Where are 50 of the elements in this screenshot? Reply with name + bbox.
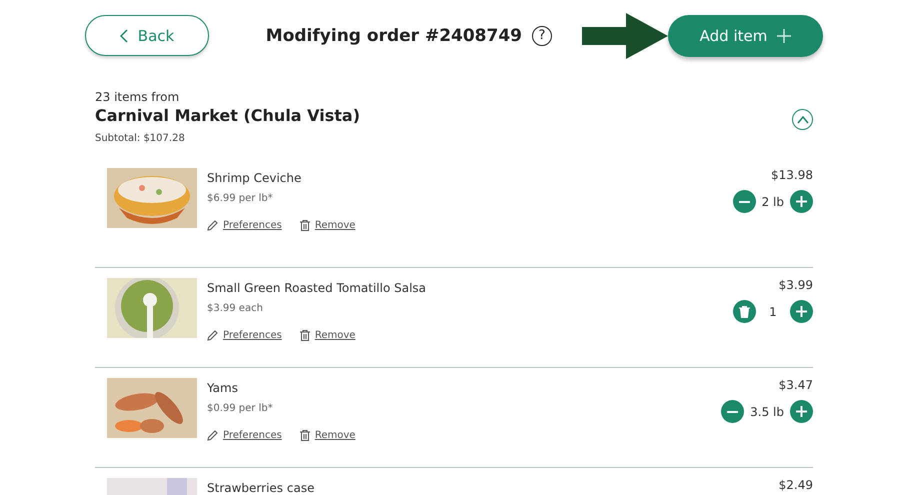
- item-name: Yams: [207, 381, 239, 395]
- quantity: 2 lb: [762, 194, 784, 208]
- preferences-link[interactable]: Preferences: [207, 220, 282, 231]
- arrow-icon: [582, 12, 668, 58]
- page-title: Modifying order #2408749: [266, 26, 522, 46]
- item-price: $3.99: [778, 278, 813, 292]
- quantity: 1: [768, 304, 778, 318]
- delete-button[interactable]: [733, 300, 756, 323]
- trash-icon: [739, 306, 750, 318]
- remove-link[interactable]: Remove: [300, 430, 356, 441]
- quantity: 3.5 lb: [750, 404, 784, 418]
- pencil-icon: [207, 430, 218, 441]
- plus-icon: [777, 28, 792, 42]
- preferences-link[interactable]: Preferences: [207, 430, 282, 441]
- decrease-button[interactable]: [721, 400, 744, 423]
- trash-icon: [300, 330, 310, 341]
- unit-price: $0.99 per lb*: [207, 403, 274, 414]
- item-name: Strawberries case: [207, 481, 316, 495]
- item-count: 23 items from: [95, 90, 180, 104]
- subtotal: Subtotal: $107.28: [95, 133, 186, 144]
- decrease-button[interactable]: [732, 190, 756, 213]
- store-name: Carnival Market (Chula Vista): [95, 106, 362, 125]
- help-icon[interactable]: ?: [532, 26, 552, 46]
- increase-button[interactable]: [790, 190, 813, 213]
- plus-icon: [796, 406, 807, 417]
- pencil-icon: [207, 330, 218, 341]
- increase-button[interactable]: [790, 300, 813, 323]
- unit-price: $6.99 per lb*: [207, 193, 274, 204]
- item-price: $13.98: [771, 168, 813, 182]
- chevron-up-icon: [796, 116, 808, 124]
- item-name: Shrimp Ceviche: [207, 171, 302, 185]
- remove-link[interactable]: Remove: [300, 220, 356, 231]
- preferences-link[interactable]: Preferences: [207, 330, 282, 341]
- back-button[interactable]: Back: [85, 15, 209, 56]
- add-item-button[interactable]: Add item: [668, 14, 823, 56]
- minus-icon: [727, 410, 738, 412]
- chevron-left-icon: [120, 28, 128, 42]
- item-price: $3.47: [778, 378, 813, 392]
- trash-icon: [300, 220, 310, 231]
- unit-price: $3.99 each: [207, 303, 264, 314]
- item-name: Small Green Roasted Tomatillo Salsa: [207, 281, 428, 295]
- plus-icon: [796, 196, 807, 207]
- plus-icon: [796, 306, 807, 317]
- trash-icon: [300, 430, 310, 441]
- increase-button[interactable]: [790, 400, 813, 423]
- collapse-button[interactable]: [792, 109, 813, 130]
- minus-icon: [738, 200, 750, 202]
- item-price: $2.49: [778, 478, 813, 492]
- remove-link[interactable]: Remove: [300, 330, 356, 341]
- pencil-icon: [207, 220, 218, 231]
